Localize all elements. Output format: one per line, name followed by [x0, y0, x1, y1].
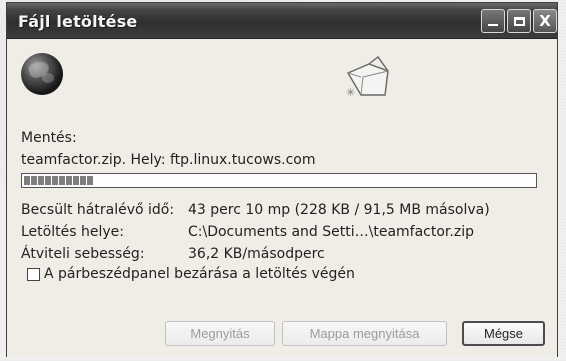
progress-chunk [31, 176, 37, 185]
progress-chunk [66, 176, 72, 185]
checkbox-icon[interactable] [27, 267, 40, 281]
cancel-button[interactable]: Mégse [462, 321, 545, 346]
progress-fill [24, 176, 93, 185]
download-progress-bar [21, 173, 537, 188]
download-location-label: Letöltés helye: [21, 224, 124, 240]
open-button: Megnyitás [165, 321, 275, 346]
progress-chunk [73, 176, 79, 185]
progress-chunk [52, 176, 58, 185]
window-title: Fájl letöltése [18, 12, 138, 31]
minimize-button[interactable] [481, 9, 505, 33]
progress-chunk [24, 176, 30, 185]
download-location-value: C:\Documents and Setti…\teamfactor.zip [188, 224, 474, 240]
close-button[interactable]: X [533, 9, 557, 33]
file-source-label: teamfactor.zip. Hely: ftp.linux.tucows.c… [21, 152, 316, 168]
progress-chunk [45, 176, 51, 185]
progress-chunk [38, 176, 44, 185]
estimated-time-label: Becsült hátralévő idő: [21, 202, 175, 218]
transfer-speed-label: Átviteli sebesség: [21, 246, 145, 262]
title-bar[interactable]: Fájl letöltése X [7, 3, 557, 39]
dialog-content: ✳ Mentés: teamfactor.zip. Hely: ftp.linu… [7, 39, 557, 357]
download-dialog: Fájl letöltése X ✳ Mentés: teamfactor.zi… [6, 2, 558, 357]
open-folder-button: Mappa megnyitása [282, 321, 447, 346]
estimated-time-value: 43 perc 10 mp (228 KB / 91,5 MB másolva) [188, 202, 490, 218]
globe-icon [21, 53, 63, 95]
transfer-speed-value: 36,2 KB/másodperc [188, 246, 325, 262]
maximize-button[interactable] [507, 9, 531, 33]
progress-chunk [59, 176, 65, 185]
minimize-icon [488, 24, 498, 26]
screen-capture: Fájl letöltése X ✳ Mentés: teamfactor.zi… [0, 0, 566, 361]
maximize-icon [513, 16, 525, 26]
sparkle-icon: ✳ [346, 86, 356, 99]
close-on-complete-option[interactable]: A párbeszédpanel bezárása a letöltés vég… [27, 266, 355, 282]
progress-chunk [80, 176, 86, 185]
progress-chunk [87, 176, 93, 185]
close-on-complete-label: A párbeszédpanel bezárása a letöltés vég… [44, 266, 355, 282]
saving-label: Mentés: [21, 130, 77, 146]
close-icon: X [539, 11, 551, 30]
